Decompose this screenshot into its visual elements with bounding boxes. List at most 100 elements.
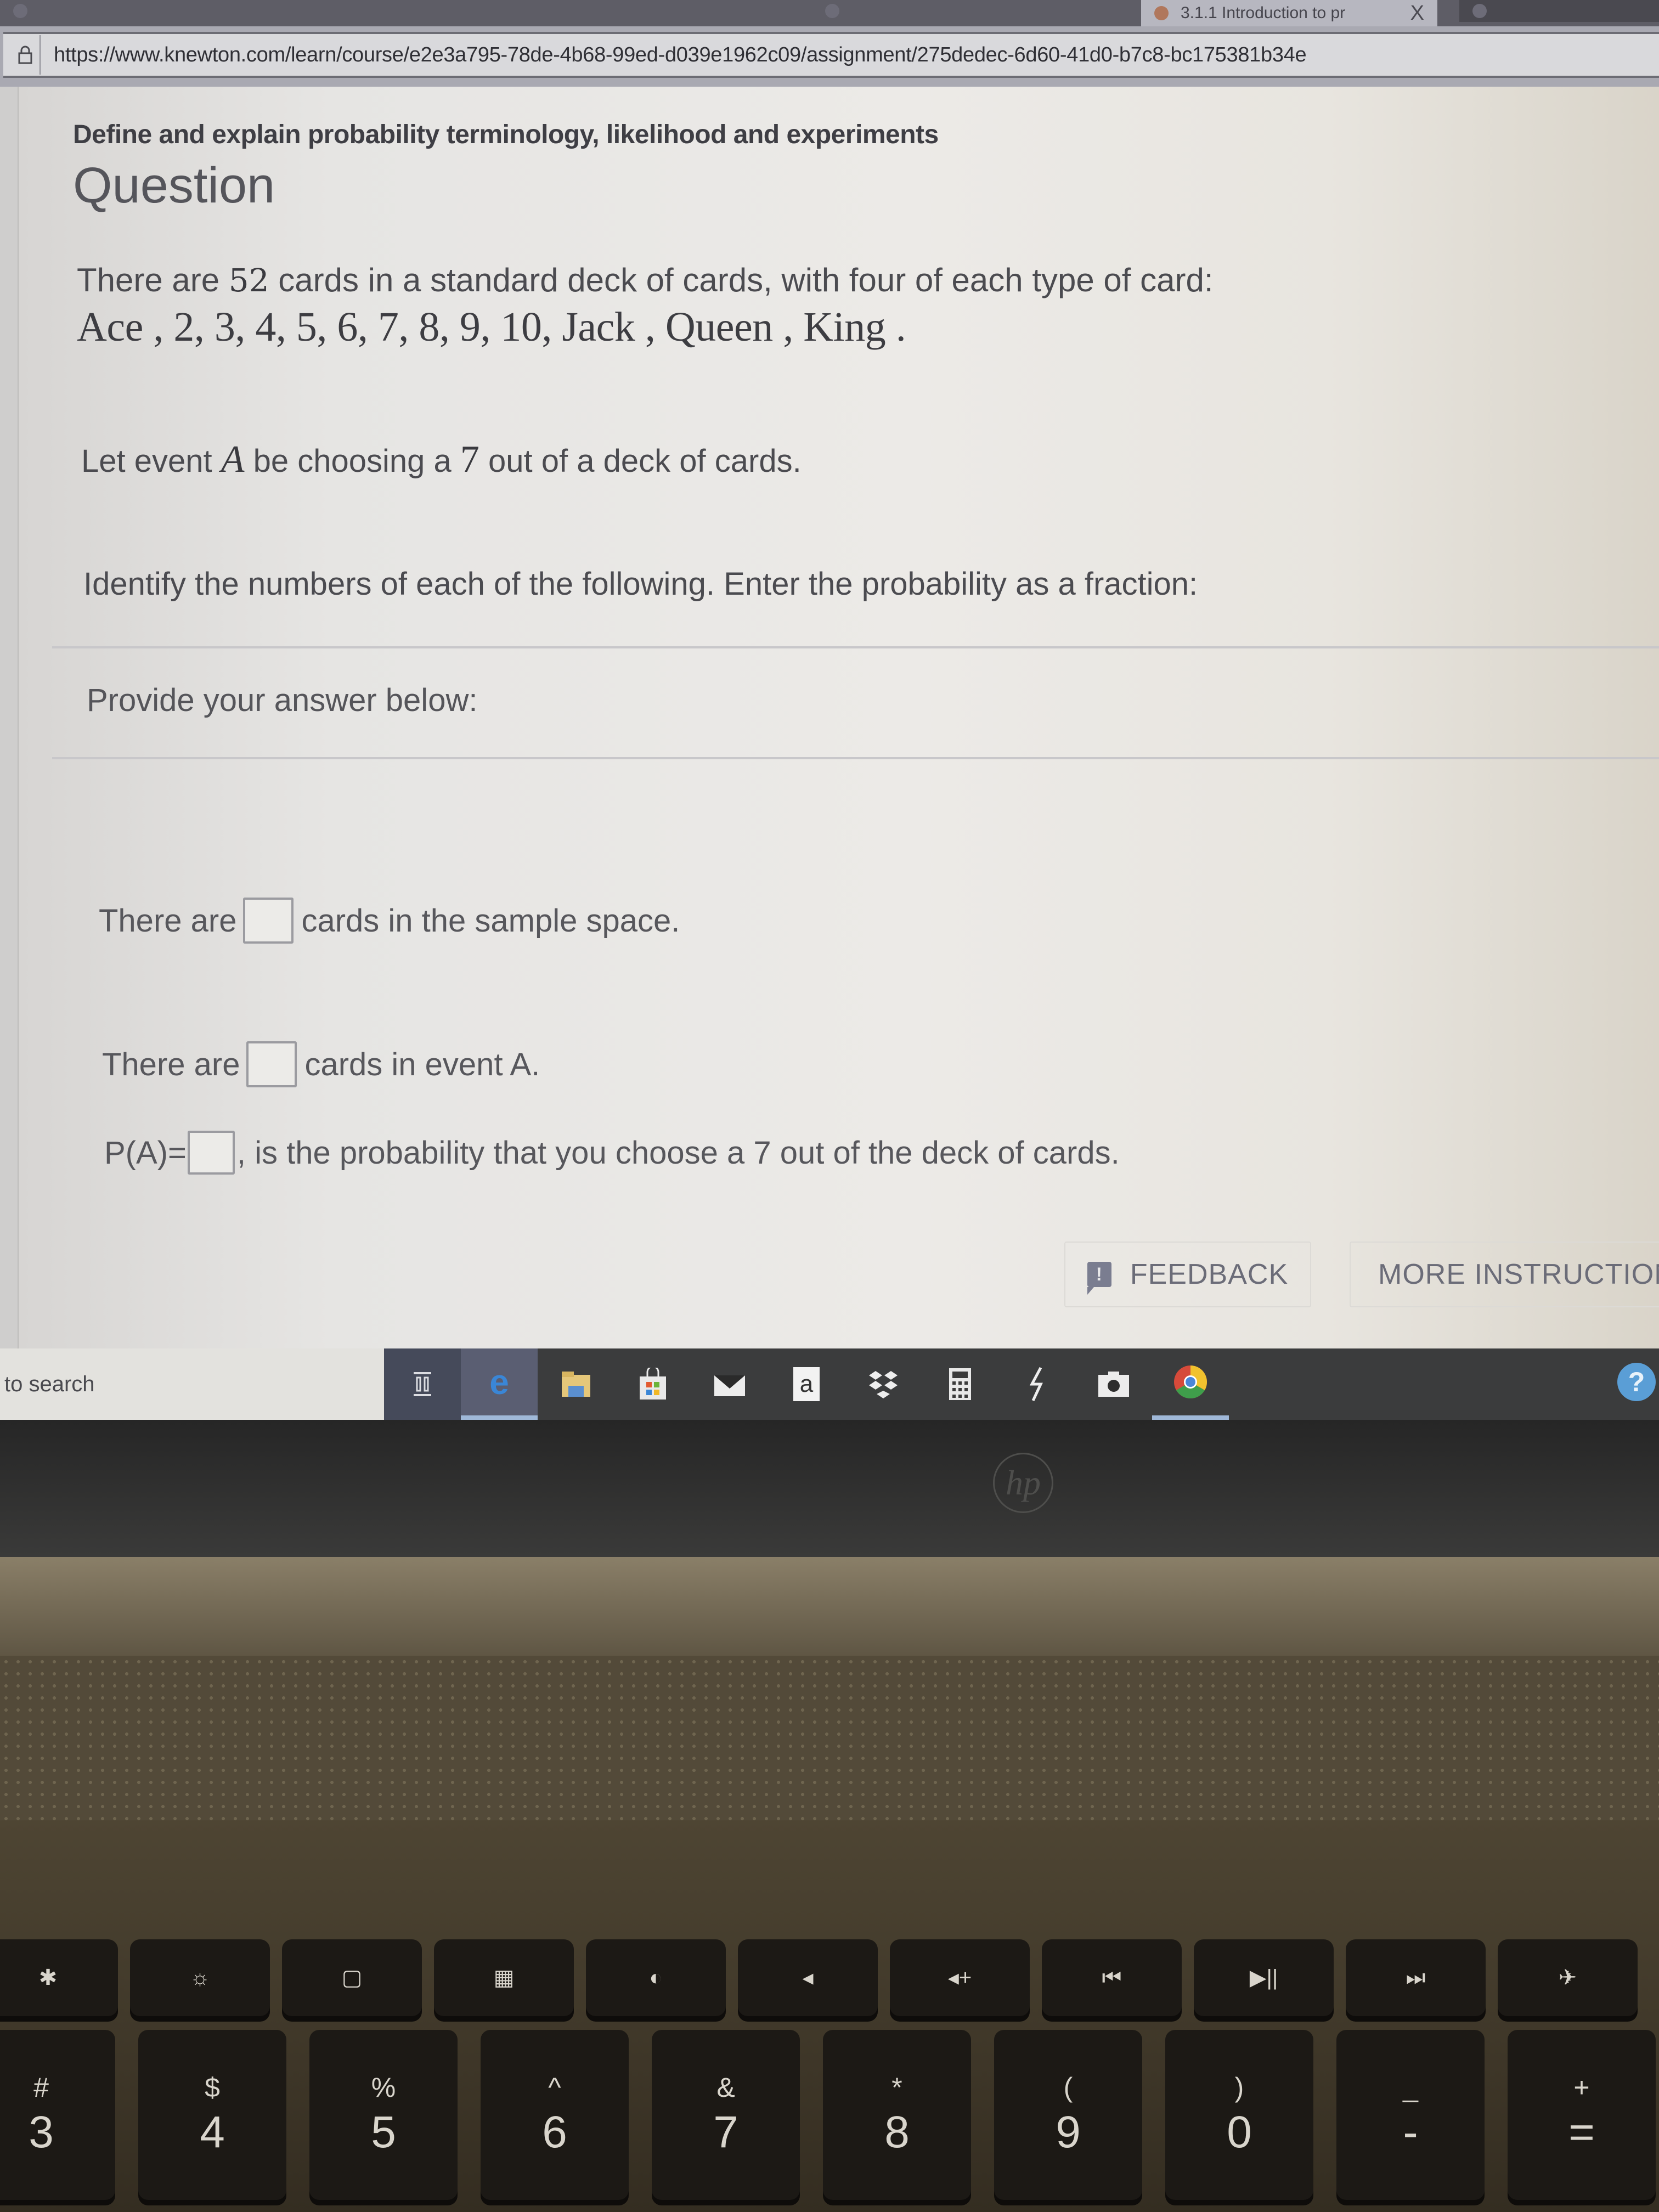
help-icon[interactable]: ? bbox=[1617, 1363, 1656, 1401]
key-shift-label: ( bbox=[1063, 2072, 1073, 2103]
key-label: = bbox=[1568, 2107, 1595, 2157]
chrome-icon bbox=[1174, 1365, 1207, 1399]
event-count-input[interactable] bbox=[246, 1041, 297, 1087]
fn-key[interactable]: ✈ bbox=[1498, 1939, 1638, 2016]
dropbox-icon bbox=[869, 1371, 898, 1398]
assignment-page: Define and explain probability terminolo… bbox=[0, 87, 1659, 1348]
snipping-button[interactable] bbox=[998, 1348, 1075, 1420]
key-label: 8 bbox=[884, 2107, 910, 2157]
fn-key[interactable]: ▢ bbox=[282, 1939, 422, 2016]
number-key[interactable]: ^ 6 bbox=[481, 2030, 629, 2200]
fn-key[interactable]: ◂+ bbox=[890, 1939, 1030, 2016]
mail-button[interactable] bbox=[691, 1348, 768, 1420]
amazon-button[interactable]: a bbox=[768, 1348, 845, 1420]
number-key[interactable]: % 5 bbox=[309, 2030, 458, 2200]
page-left-edge bbox=[0, 87, 19, 1348]
search-placeholder: to search bbox=[4, 1372, 95, 1396]
folder-icon bbox=[562, 1372, 590, 1397]
number-key[interactable]: * 8 bbox=[823, 2030, 971, 2200]
number-key[interactable]: #3 bbox=[0, 2030, 115, 2200]
key-label: 4 bbox=[200, 2107, 225, 2157]
event-text: Let event bbox=[81, 443, 221, 479]
question-intro: There are 52 cards in a standard deck of… bbox=[77, 261, 1214, 299]
mail-icon bbox=[714, 1375, 745, 1396]
number-key[interactable]: + = bbox=[1508, 2030, 1656, 2200]
event-text: be choosing a bbox=[244, 443, 460, 479]
number-key[interactable]: _ - bbox=[1336, 2030, 1485, 2200]
key-label: 5 bbox=[371, 2107, 396, 2157]
key-label: 7 bbox=[713, 2107, 738, 2157]
intro-text: There are bbox=[77, 262, 229, 298]
key-label: 6 bbox=[542, 2107, 567, 2157]
number-key[interactable]: ) 0 bbox=[1165, 2030, 1313, 2200]
sample-space-input[interactable] bbox=[243, 898, 294, 944]
answer-prefix: There are bbox=[99, 902, 237, 939]
fn-key[interactable]: ⏭ bbox=[1346, 1939, 1486, 2016]
edge-icon: e bbox=[489, 1362, 509, 1402]
task-view-icon bbox=[414, 1372, 431, 1396]
file-explorer-button[interactable] bbox=[538, 1348, 614, 1420]
calculator-icon bbox=[949, 1368, 971, 1400]
address-bar: https://www.knewton.com/learn/course/e2e… bbox=[0, 26, 1659, 87]
fn-key[interactable]: ◂ bbox=[738, 1939, 878, 2016]
task-view-button[interactable] bbox=[384, 1348, 461, 1420]
fn-key[interactable]: ▶|| bbox=[1194, 1939, 1334, 2016]
fn-key[interactable]: ✱ bbox=[0, 1939, 118, 2016]
browser-tab[interactable] bbox=[812, 0, 1141, 22]
answer-suffix: cards in the sample space. bbox=[301, 902, 680, 939]
browser-tab[interactable] bbox=[1459, 0, 1659, 22]
instruction-text: Identify the numbers of each of the foll… bbox=[83, 566, 1198, 602]
hp-logo: hp bbox=[993, 1453, 1053, 1513]
event-number: 7 bbox=[460, 438, 479, 481]
key-label: 0 bbox=[1227, 2107, 1252, 2157]
intro-number: 52 bbox=[228, 262, 269, 299]
number-key[interactable]: $4 bbox=[138, 2030, 286, 2200]
calculator-button[interactable] bbox=[922, 1348, 998, 1420]
store-button[interactable] bbox=[614, 1348, 691, 1420]
speaker-grille bbox=[0, 1656, 1659, 1820]
fn-key[interactable]: ☼ bbox=[130, 1939, 270, 2016]
function-key-row: ✱ ☼ ▢ ▦ ◐ ◂ ◂+ ⏮ ▶|| ⏭ ✈ bbox=[0, 1939, 1638, 2016]
answer-row-probability: P(A)= , is the probability that you choo… bbox=[104, 1131, 1120, 1175]
browser-tab-active[interactable]: 3.1.1 Introduction to pr X bbox=[1141, 0, 1437, 26]
browser-tab-strip: 3.1.1 Introduction to pr X bbox=[0, 0, 1659, 26]
key-shift-label: + bbox=[1573, 2072, 1590, 2103]
feedback-button[interactable]: ! FEEDBACK bbox=[1064, 1242, 1311, 1307]
key-shift-label: & bbox=[716, 2072, 735, 2103]
dropbox-button[interactable] bbox=[845, 1348, 922, 1420]
close-tab-icon[interactable]: X bbox=[1410, 2, 1424, 25]
store-icon bbox=[640, 1368, 666, 1400]
card-types: Ace , 2, 3, 4, 5, 6, 7, 8, 9, 10, Jack ,… bbox=[77, 304, 906, 350]
key-shift-label: ) bbox=[1234, 2072, 1244, 2103]
fn-key[interactable]: ▦ bbox=[434, 1939, 574, 2016]
answer-prompt: Provide your answer below: bbox=[87, 682, 478, 718]
taskbar-search[interactable]: to search bbox=[0, 1348, 384, 1420]
number-key[interactable]: & 7 bbox=[652, 2030, 800, 2200]
browser-tab[interactable] bbox=[0, 0, 806, 22]
key-shift-label: * bbox=[891, 2072, 902, 2103]
url-field[interactable]: https://www.knewton.com/learn/course/e2e… bbox=[3, 32, 1659, 78]
lock-icon[interactable] bbox=[11, 35, 41, 75]
fn-key[interactable]: ⏮ bbox=[1042, 1939, 1182, 2016]
tab-favicon-icon bbox=[13, 4, 27, 18]
intro-text: cards in a standard deck of cards, with … bbox=[269, 262, 1214, 298]
fn-key[interactable]: ◐ bbox=[586, 1939, 726, 2016]
key-shift-label: $ bbox=[205, 2072, 220, 2103]
topic-title: Define and explain probability terminolo… bbox=[73, 120, 939, 149]
camera-button[interactable] bbox=[1075, 1348, 1152, 1420]
answer-prefix: There are bbox=[102, 1046, 240, 1082]
answer-row-event-count: There are cards in event A. bbox=[102, 1041, 540, 1087]
answer-suffix: cards in event A. bbox=[304, 1046, 540, 1082]
tab-favicon-icon bbox=[1154, 6, 1169, 20]
more-instructions-label: MORE INSTRUCTION bbox=[1378, 1259, 1659, 1290]
probability-input[interactable] bbox=[187, 1131, 235, 1175]
question-heading: Question bbox=[73, 157, 275, 213]
snipping-icon bbox=[1029, 1367, 1043, 1402]
edge-button[interactable]: e bbox=[461, 1348, 538, 1420]
url-text[interactable]: https://www.knewton.com/learn/course/e2e… bbox=[54, 43, 1307, 67]
taskbar: to search e a ? bbox=[0, 1348, 1659, 1420]
more-instructions-button[interactable]: MORE INSTRUCTION bbox=[1350, 1242, 1659, 1307]
chrome-button[interactable] bbox=[1152, 1348, 1229, 1420]
key-shift-label: % bbox=[371, 2072, 396, 2103]
number-key[interactable]: (9 bbox=[994, 2030, 1142, 2200]
